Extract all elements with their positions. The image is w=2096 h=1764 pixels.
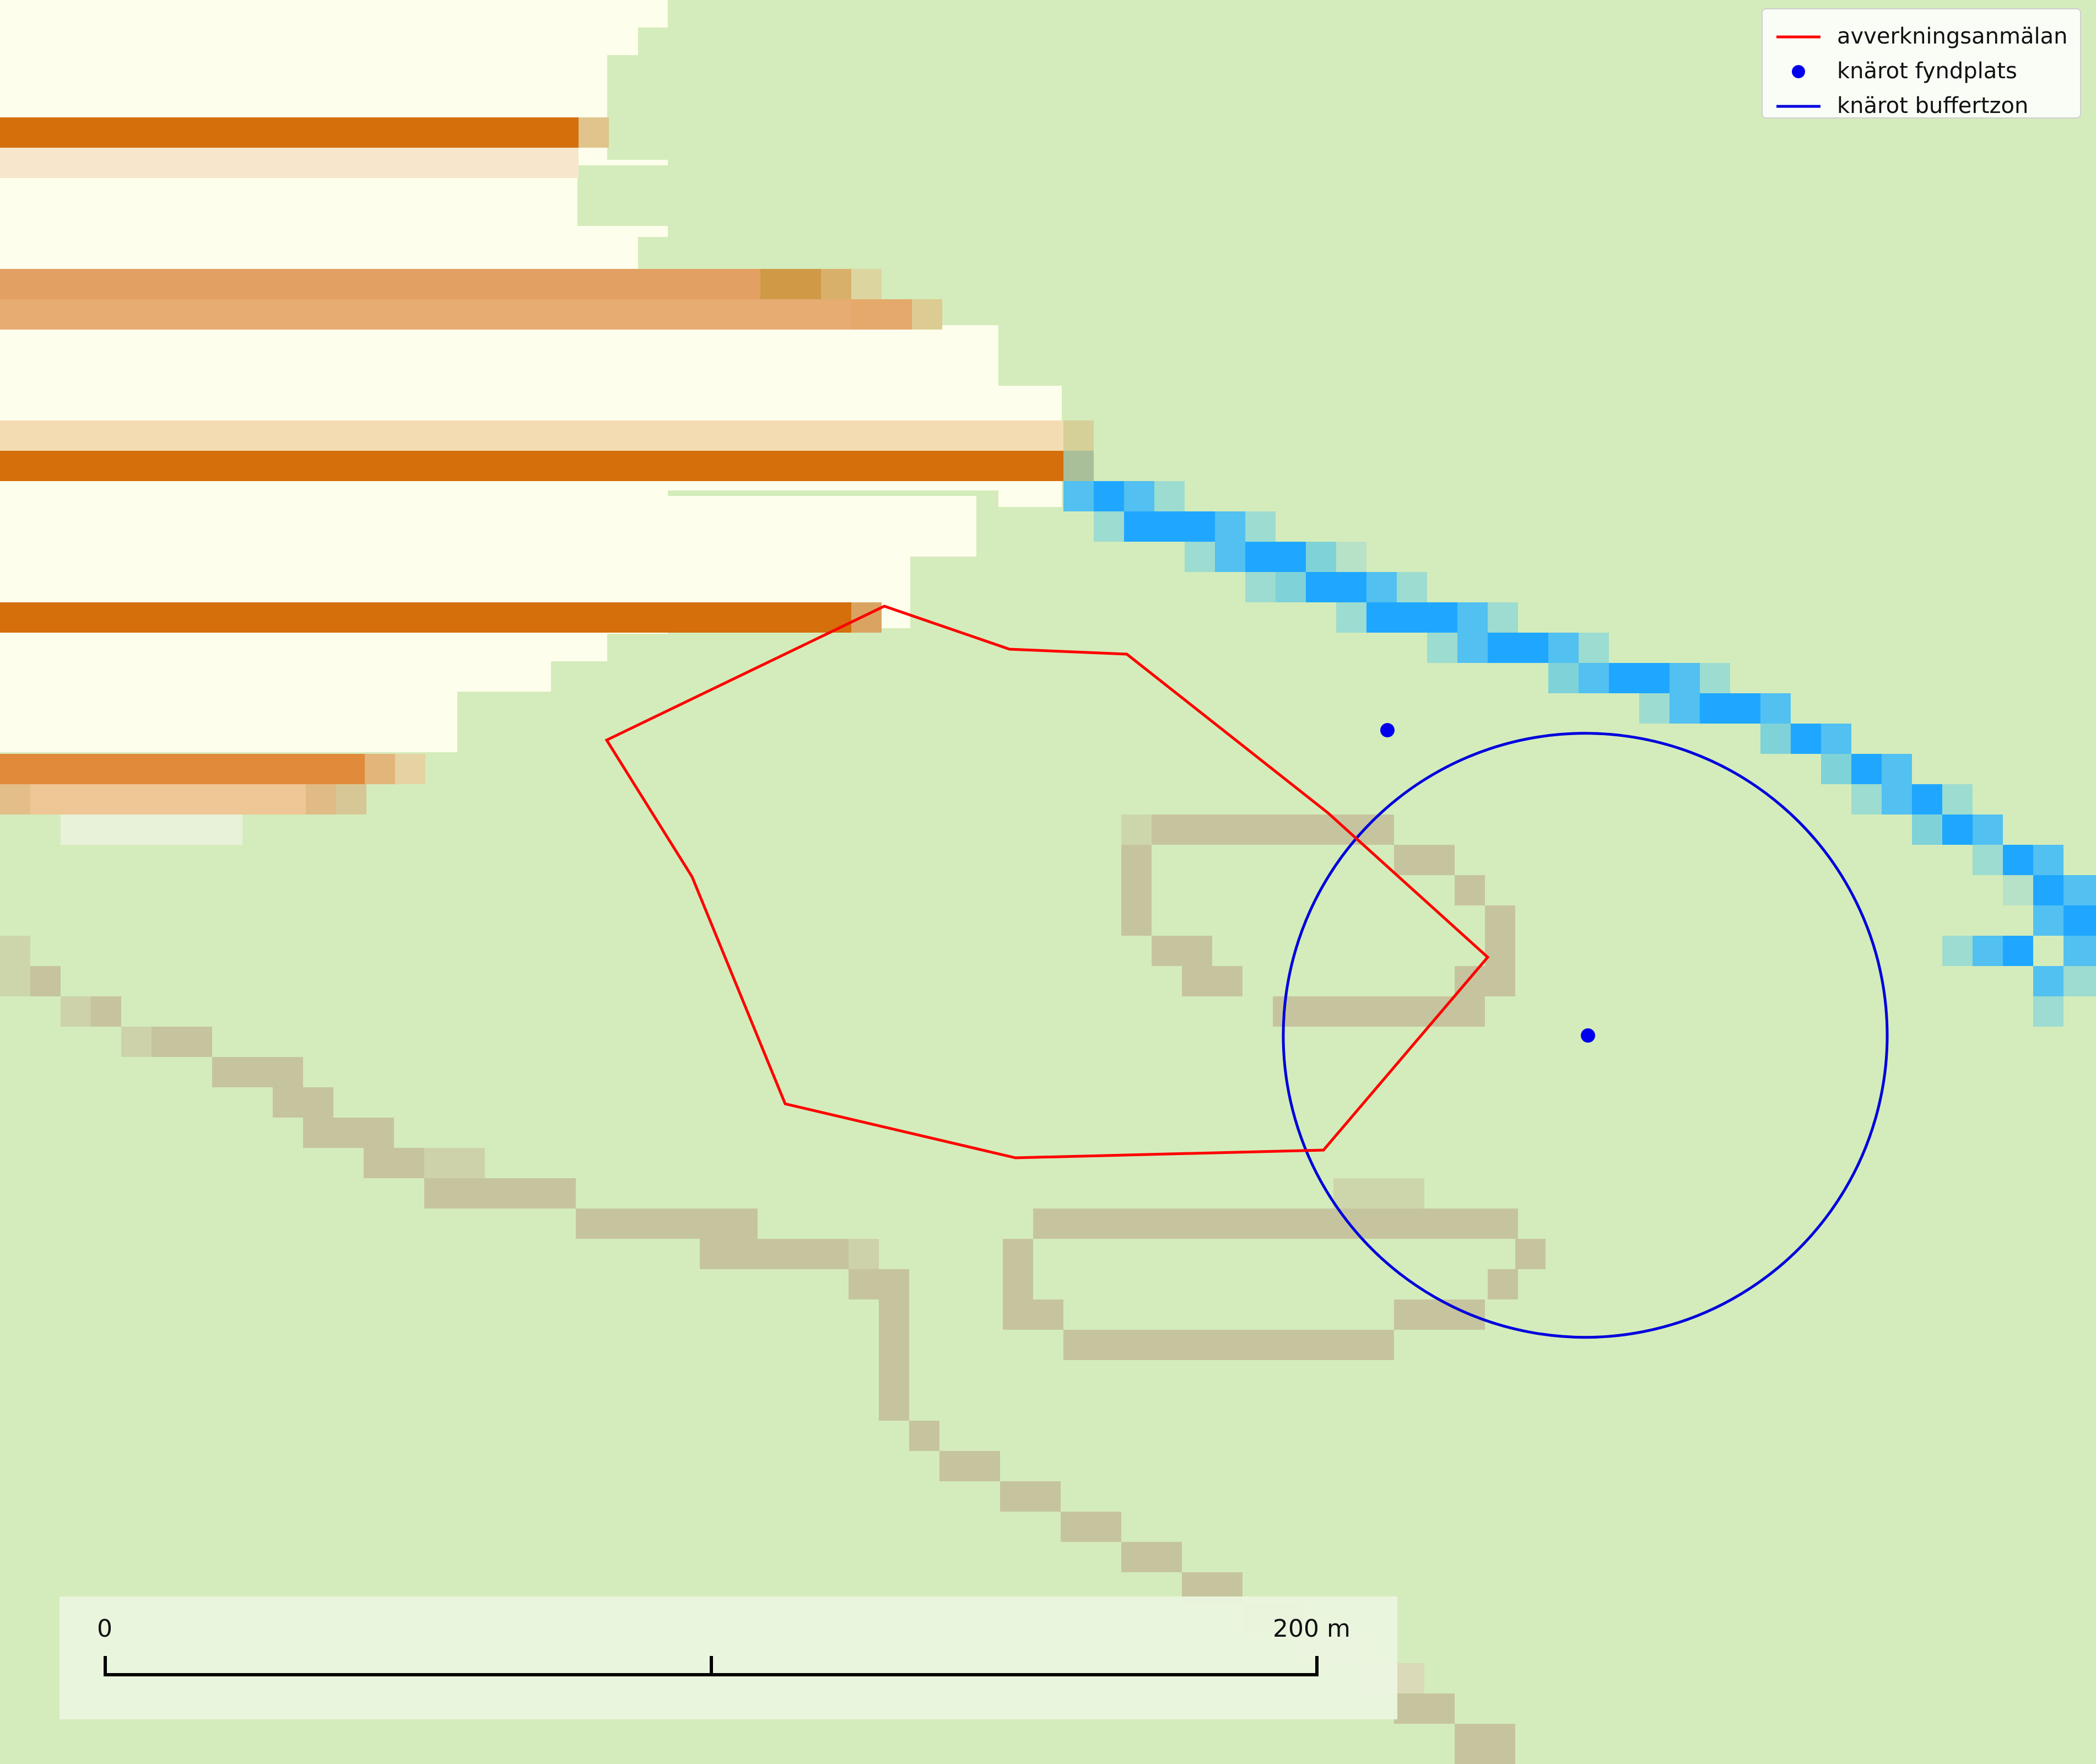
scale-bar-start-label: 0 <box>97 1615 112 1643</box>
legend-item-buffer-zone: knärot buffertzon <box>1763 90 2080 123</box>
blue-line-icon <box>1776 105 1821 108</box>
legend-item-find-site: knärot fyndplats <box>1763 55 2080 88</box>
scale-bar-background <box>60 1596 1397 1719</box>
legend-label-logging-notice: avverkningsanmälan <box>1837 24 2068 49</box>
blue-dot-icon <box>1792 65 1805 78</box>
legend-label-find-site: knärot fyndplats <box>1837 58 2017 84</box>
legend-label-buffer-zone: knärot buffertzon <box>1837 93 2029 118</box>
red-line-icon <box>1776 35 1821 39</box>
legend-item-logging-notice: avverkningsanmälan <box>1763 20 2080 53</box>
knarot-find-site[interactable] <box>1581 1028 1595 1043</box>
scale-bar-end-label: 200 m <box>1273 1615 1350 1643</box>
map-legend: avverkningsanmälan knärot fyndplats knär… <box>1762 8 2081 118</box>
map-canvas[interactable] <box>0 0 2096 1764</box>
scale-bar <box>60 1596 1397 1719</box>
knarot-find-site[interactable] <box>1380 723 1395 737</box>
